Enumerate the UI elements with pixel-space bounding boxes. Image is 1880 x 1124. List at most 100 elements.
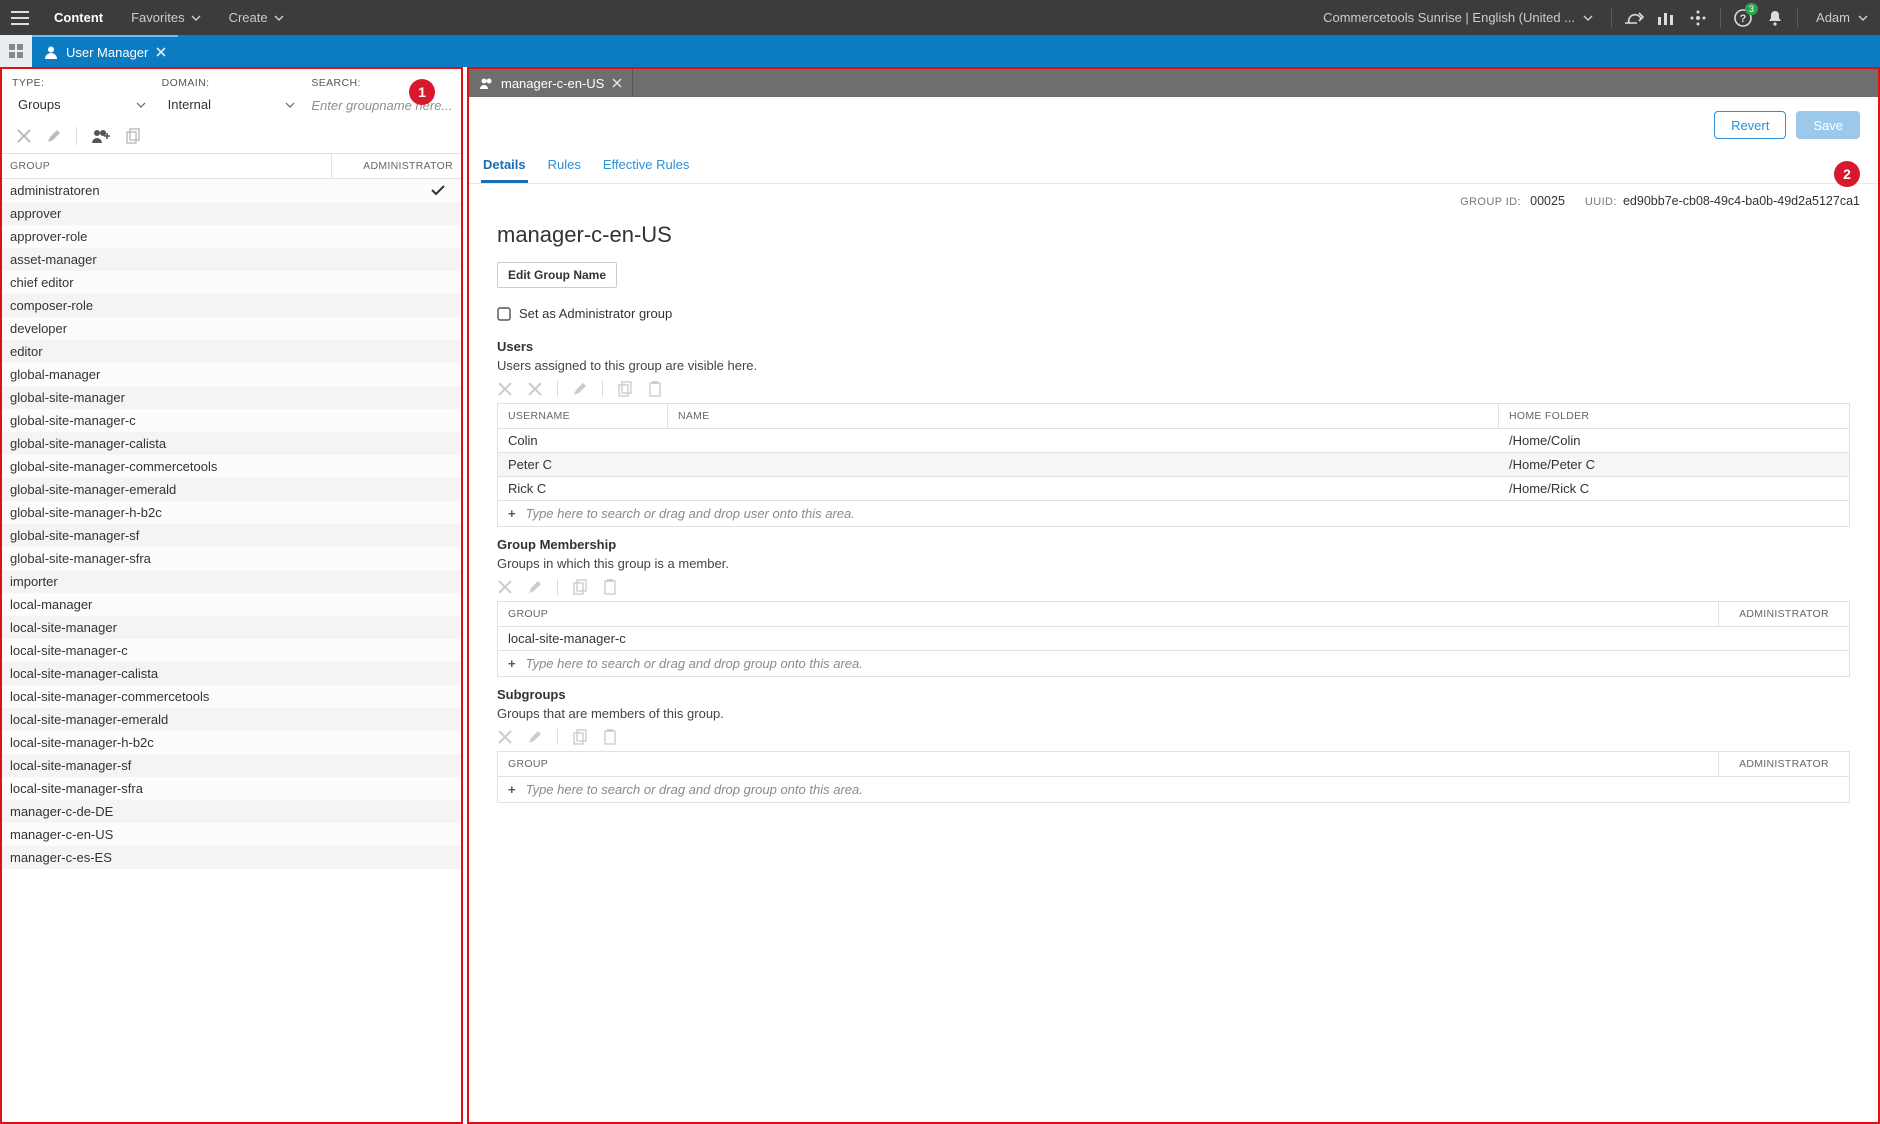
copy-button[interactable] bbox=[572, 579, 588, 595]
group-row[interactable]: importer bbox=[2, 570, 461, 593]
site-selector[interactable]: Commercetools Sunrise | English (United … bbox=[1311, 0, 1605, 35]
subgroups-title: Subgroups bbox=[497, 687, 1850, 702]
group-row[interactable]: local-site-manager-sfra bbox=[2, 777, 461, 800]
paste-button[interactable] bbox=[602, 729, 618, 745]
add-subgroup-row[interactable]: + Type here to search or drag and drop g… bbox=[498, 777, 1849, 802]
group-row[interactable]: global-site-manager bbox=[2, 386, 461, 409]
group-row[interactable]: manager-c-es-ES bbox=[2, 846, 461, 869]
remove-button[interactable] bbox=[497, 381, 513, 397]
add-group-button[interactable] bbox=[91, 128, 111, 144]
apps-button[interactable] bbox=[1682, 0, 1714, 35]
tab-details[interactable]: Details bbox=[481, 151, 528, 183]
remove-button[interactable] bbox=[497, 579, 513, 595]
notifications-button[interactable] bbox=[1759, 0, 1791, 35]
user-menu[interactable]: Adam bbox=[1804, 10, 1880, 25]
user-row[interactable]: Colin/Home/Colin bbox=[498, 429, 1849, 453]
paste-button[interactable] bbox=[602, 579, 618, 595]
group-row[interactable]: local-site-manager bbox=[2, 616, 461, 639]
remove-button[interactable] bbox=[497, 729, 513, 745]
group-row[interactable]: global-site-manager-calista bbox=[2, 432, 461, 455]
save-button[interactable]: Save bbox=[1796, 111, 1860, 139]
group-row[interactable]: global-site-manager-commercetools bbox=[2, 455, 461, 478]
chevron-down-icon bbox=[191, 13, 201, 23]
edit-group-name-button[interactable]: Edit Group Name bbox=[497, 262, 617, 288]
add-membership-row[interactable]: + Type here to search or drag and drop g… bbox=[498, 651, 1849, 676]
domain-select[interactable]: Internal bbox=[162, 93, 302, 117]
group-admin-cell bbox=[331, 647, 461, 655]
filters-row: TYPE: Groups DOMAIN: Internal SEARCH: bbox=[2, 69, 461, 123]
group-name: editor bbox=[2, 340, 331, 363]
group-row[interactable]: local-site-manager-h-b2c bbox=[2, 731, 461, 754]
workspace-home-slot[interactable] bbox=[0, 35, 32, 67]
paste-button[interactable] bbox=[647, 381, 663, 397]
group-list[interactable]: administratorenapproverapprover-roleasse… bbox=[2, 179, 461, 1122]
group-row[interactable]: manager-c-en-US bbox=[2, 823, 461, 846]
group-row[interactable]: manager-c-de-DE bbox=[2, 800, 461, 823]
group-row[interactable]: local-site-manager-emerald bbox=[2, 708, 461, 731]
svg-text:?: ? bbox=[1740, 13, 1747, 25]
copy-icon bbox=[572, 579, 588, 595]
group-row[interactable]: global-site-manager-sf bbox=[2, 524, 461, 547]
membership-row[interactable]: local-site-manager-c bbox=[498, 627, 1849, 651]
copy-button[interactable] bbox=[572, 729, 588, 745]
group-row[interactable]: editor bbox=[2, 340, 461, 363]
left-toolbar bbox=[2, 123, 461, 153]
group-row[interactable]: global-site-manager-h-b2c bbox=[2, 501, 461, 524]
type-select[interactable]: Groups bbox=[12, 93, 152, 117]
group-row[interactable]: global-manager bbox=[2, 363, 461, 386]
grid-icon bbox=[1690, 10, 1706, 26]
group-row[interactable]: global-site-manager-c bbox=[2, 409, 461, 432]
hamburger-icon bbox=[11, 11, 29, 25]
user-row[interactable]: Rick C/Home/Rick C bbox=[498, 477, 1849, 501]
group-admin-cell bbox=[331, 463, 461, 471]
edit-button[interactable] bbox=[527, 579, 543, 595]
tab-effective-rules[interactable]: Effective Rules bbox=[601, 151, 691, 183]
edit-button[interactable] bbox=[527, 729, 543, 745]
copy-button[interactable] bbox=[617, 381, 633, 397]
cell-username: Rick C bbox=[498, 477, 668, 500]
tab-rules[interactable]: Rules bbox=[546, 151, 583, 183]
group-row[interactable]: administratoren bbox=[2, 179, 461, 202]
cell-home: /Home/Rick C bbox=[1499, 477, 1849, 500]
group-row[interactable]: local-manager bbox=[2, 593, 461, 616]
group-admin-cell bbox=[331, 831, 461, 839]
copy-button[interactable] bbox=[125, 128, 141, 144]
group-row[interactable]: local-site-manager-c bbox=[2, 639, 461, 662]
set-admin-checkbox[interactable] bbox=[497, 307, 511, 321]
group-row[interactable]: global-site-manager-sfra bbox=[2, 547, 461, 570]
chevron-down-icon bbox=[1858, 13, 1868, 23]
users-desc: Users assigned to this group are visible… bbox=[497, 358, 1850, 373]
group-row[interactable]: approver bbox=[2, 202, 461, 225]
nav-create[interactable]: Create bbox=[215, 0, 298, 35]
group-row[interactable]: local-site-manager-calista bbox=[2, 662, 461, 685]
detail-tab[interactable]: manager-c-en-US bbox=[469, 69, 633, 97]
group-table-header: GROUP ADMINISTRATOR bbox=[2, 153, 461, 179]
remove-all-button[interactable] bbox=[527, 381, 543, 397]
revert-button[interactable]: Revert bbox=[1714, 111, 1786, 139]
site-label: Commercetools Sunrise | English (United … bbox=[1323, 10, 1575, 25]
edit-button[interactable] bbox=[46, 128, 62, 144]
group-row[interactable]: local-site-manager-commercetools bbox=[2, 685, 461, 708]
group-row[interactable]: approver-role bbox=[2, 225, 461, 248]
action-bar: Revert Save bbox=[469, 97, 1878, 145]
analytics-button[interactable] bbox=[1650, 0, 1682, 35]
nav-favorites[interactable]: Favorites bbox=[117, 0, 214, 35]
group-row[interactable]: global-site-manager-emerald bbox=[2, 478, 461, 501]
group-row[interactable]: chief editor bbox=[2, 271, 461, 294]
group-row[interactable]: local-site-manager-sf bbox=[2, 754, 461, 777]
edit-button[interactable] bbox=[572, 381, 588, 397]
menu-button[interactable] bbox=[0, 0, 40, 35]
tab-close-button[interactable] bbox=[156, 47, 166, 57]
delete-button[interactable] bbox=[16, 128, 32, 144]
group-row[interactable]: developer bbox=[2, 317, 461, 340]
help-button[interactable]: ? 3 bbox=[1727, 0, 1759, 35]
add-user-row[interactable]: + Type here to search or drag and drop u… bbox=[498, 501, 1849, 526]
group-row[interactable]: composer-role bbox=[2, 294, 461, 317]
tab-user-manager[interactable]: User Manager bbox=[32, 35, 178, 67]
group-row[interactable]: asset-manager bbox=[2, 248, 461, 271]
add-subgroup-placeholder: Type here to search or drag and drop gro… bbox=[526, 782, 863, 797]
preview-button[interactable] bbox=[1618, 0, 1650, 35]
user-row[interactable]: Peter C/Home/Peter C bbox=[498, 453, 1849, 477]
detail-tab-close[interactable] bbox=[612, 78, 622, 88]
nav-content[interactable]: Content bbox=[40, 0, 117, 35]
